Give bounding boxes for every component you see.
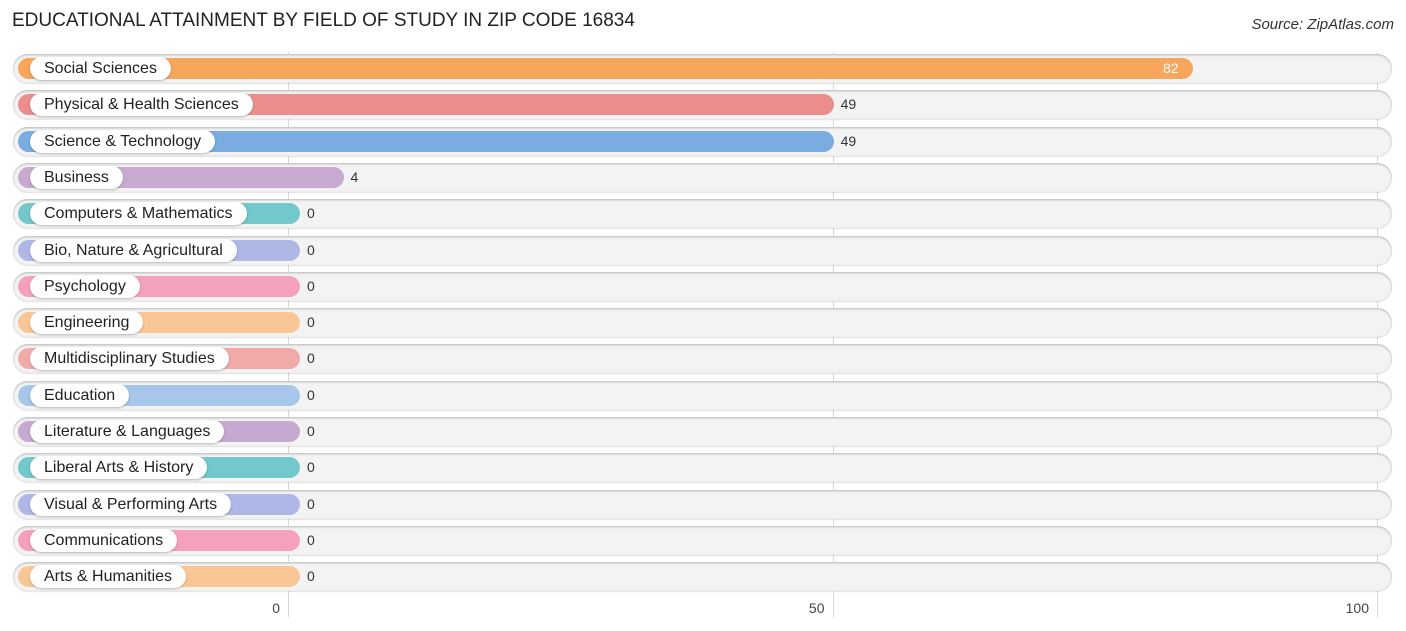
category-label: Visual & Performing Arts xyxy=(30,492,232,516)
category-label: Physical & Health Sciences xyxy=(30,93,253,117)
value-label: 0 xyxy=(307,277,315,294)
value-label: 0 xyxy=(307,568,315,585)
bar xyxy=(18,58,1193,79)
value-label: 49 xyxy=(840,96,857,113)
category-label: Psychology xyxy=(30,274,140,298)
value-label: 0 xyxy=(307,314,315,331)
category-label: Multidisciplinary Studies xyxy=(30,347,229,371)
chart-title: EDUCATIONAL ATTAINMENT BY FIELD OF STUDY… xyxy=(12,10,635,31)
value-label: 0 xyxy=(307,531,315,548)
value-label: 0 xyxy=(307,459,315,476)
value-label: 0 xyxy=(307,423,315,439)
x-tick-label: 100 xyxy=(1345,600,1369,616)
category-label: Science & Technology xyxy=(30,129,216,153)
source-label: Source: ZipAtlas.com xyxy=(1251,16,1394,33)
value-label: 0 xyxy=(307,386,315,403)
value-label: 49 xyxy=(840,132,857,149)
x-tick-label: 0 xyxy=(272,600,280,616)
value-label: 0 xyxy=(307,205,315,222)
category-label: Literature & Languages xyxy=(30,420,225,443)
value-label: 0 xyxy=(307,350,315,367)
category-label: Computers & Mathematics xyxy=(30,202,247,226)
category-label: Bio, Nature & Agricultural xyxy=(30,238,237,262)
category-label: Liberal Arts & History xyxy=(30,456,208,480)
value-label: 0 xyxy=(307,495,315,512)
category-label: Business xyxy=(30,165,123,189)
category-label: Communications xyxy=(30,528,178,552)
x-tick-label: 50 xyxy=(808,600,825,616)
value-label: 4 xyxy=(350,168,359,185)
value-label: 82 xyxy=(1162,60,1179,76)
category-label: Social Sciences xyxy=(30,57,171,80)
category-label: Engineering xyxy=(30,311,144,335)
category-label: Education xyxy=(30,383,130,407)
value-label: 0 xyxy=(307,241,315,258)
category-label: Arts & Humanities xyxy=(30,565,187,589)
